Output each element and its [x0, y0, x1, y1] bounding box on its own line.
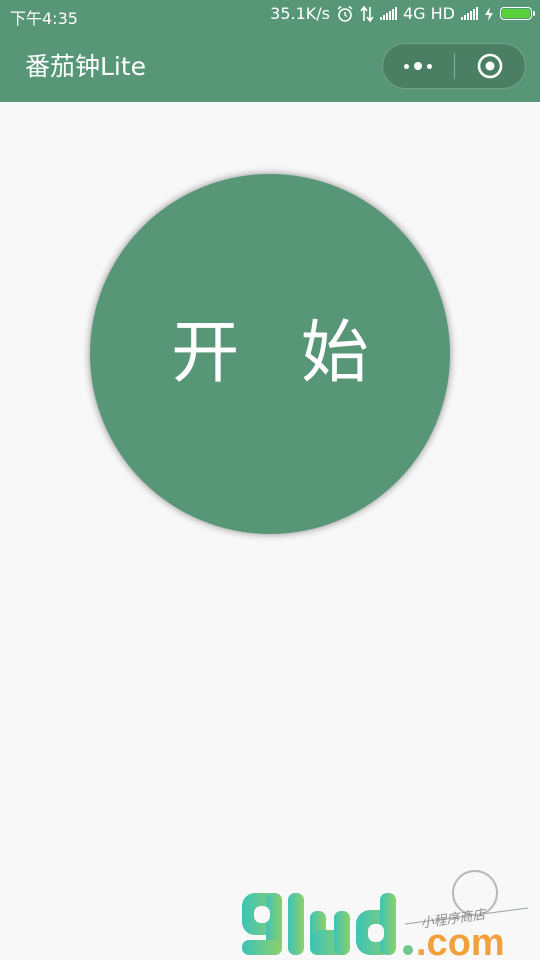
- status-bar: 下午4:35 35.1K/s 4G HD: [0, 0, 540, 30]
- watermark-logo: .com 小程序商店: [242, 870, 529, 960]
- signal-icon: [461, 7, 478, 20]
- mini-program-capsule: [382, 43, 526, 89]
- network-type: 4G HD: [402, 4, 455, 23]
- close-button[interactable]: [455, 44, 526, 88]
- watermark-logo-mark: [242, 893, 396, 955]
- charging-icon: [485, 6, 493, 21]
- signal-icon: [379, 7, 397, 20]
- status-time: 下午4:35: [10, 9, 78, 28]
- top-bar: 下午4:35 35.1K/s 4G HD 番茄钟Lite: [0, 0, 540, 102]
- more-dots-icon: [404, 62, 433, 70]
- page-title: 番茄钟Lite: [25, 52, 147, 81]
- screen: 下午4:35 35.1K/s 4G HD 番茄钟Lite 开 始 .com 小程…: [0, 0, 540, 960]
- more-button[interactable]: [383, 44, 454, 88]
- start-button-label: 开 始: [171, 314, 389, 393]
- close-target-icon: [477, 53, 503, 79]
- status-icons: 35.1K/s 4G HD: [270, 4, 535, 23]
- battery-level: [502, 9, 530, 18]
- alarm-icon: [337, 5, 353, 22]
- network-speed: 35.1K/s: [270, 4, 330, 23]
- battery-icon: [500, 7, 535, 20]
- start-button[interactable]: 开 始: [90, 174, 450, 534]
- data-transfer-icon: [360, 5, 374, 22]
